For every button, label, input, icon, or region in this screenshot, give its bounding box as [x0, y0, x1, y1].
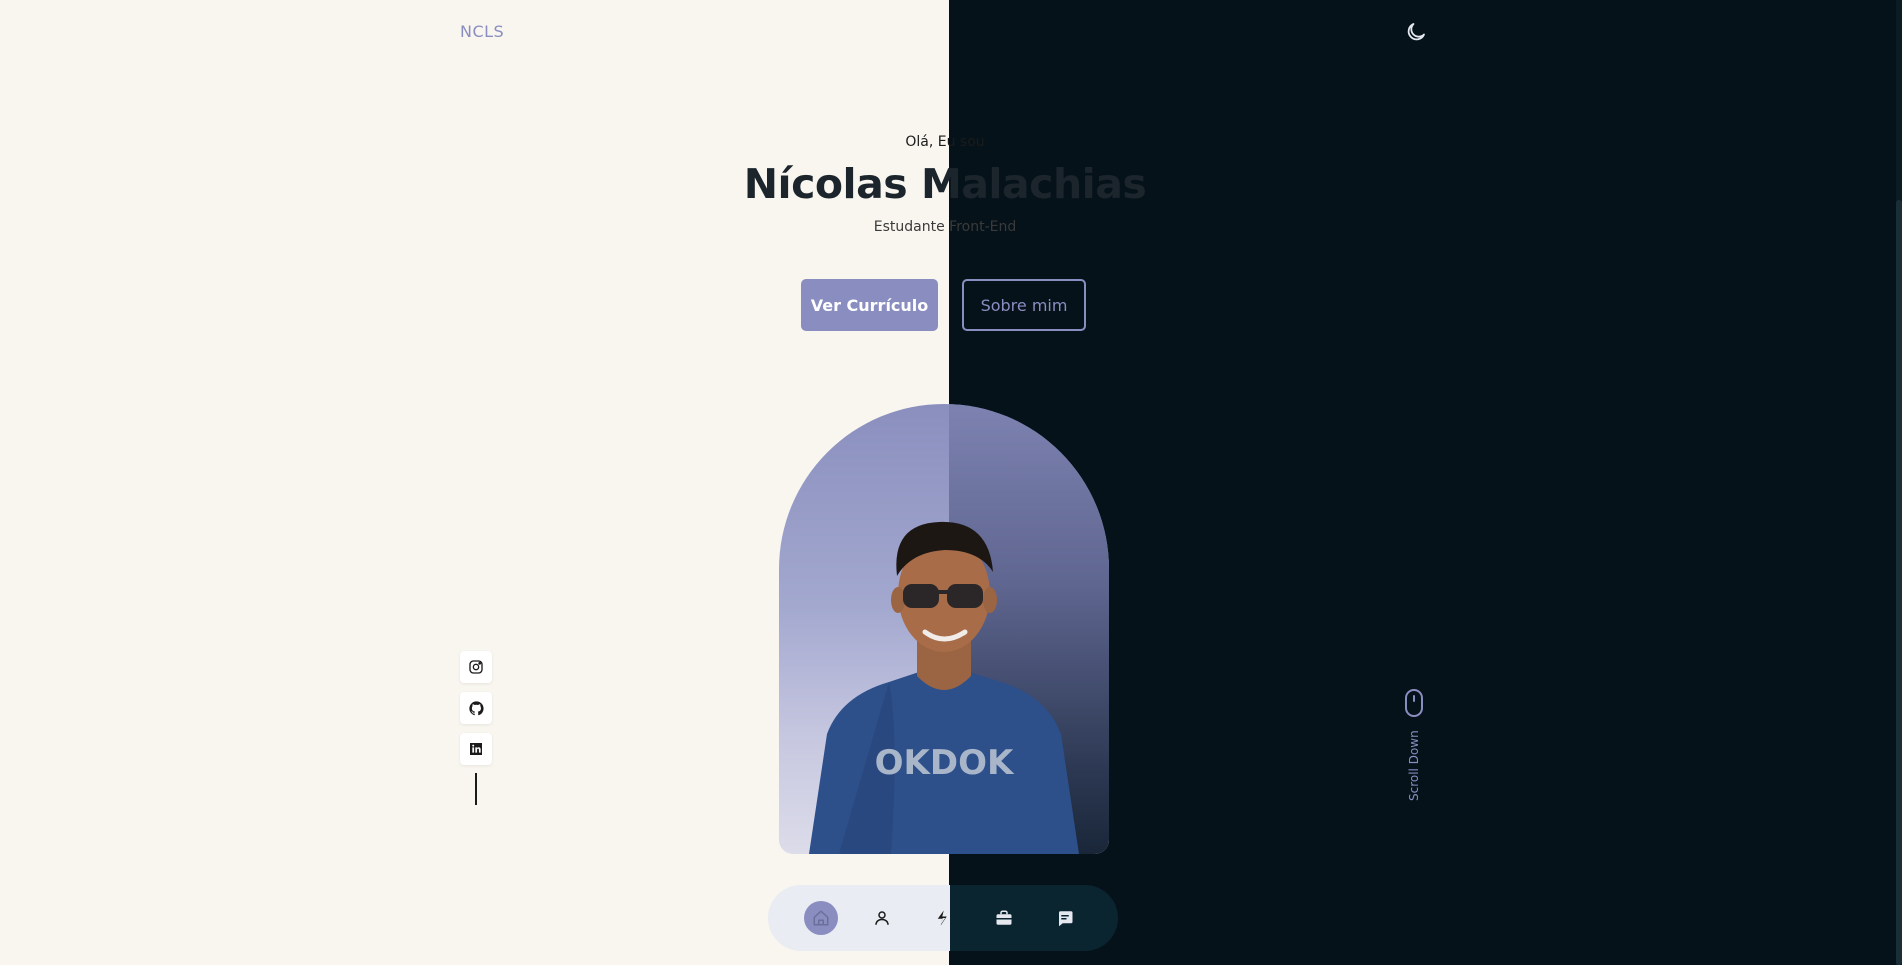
message-icon — [1059, 911, 1073, 927]
site-logo[interactable]: NCLS — [460, 22, 504, 41]
instagram-icon — [469, 660, 483, 674]
theme-toggle-button[interactable] — [1404, 20, 1428, 44]
user-icon — [875, 911, 889, 925]
hero-greeting: Olá, Eu sou — [905, 134, 985, 150]
github-icon — [468, 700, 484, 715]
moon-icon — [1407, 23, 1425, 41]
profile-photo: OKDOK — [779, 404, 1109, 854]
nav-projects[interactable] — [987, 901, 1021, 935]
social-links — [460, 651, 492, 774]
scrollbar-thumb[interactable] — [1896, 200, 1902, 965]
social-divider-line — [475, 773, 477, 805]
mouse-icon — [1405, 689, 1423, 717]
nav-home[interactable] — [803, 901, 838, 935]
person-illustration: OKDOK — [809, 521, 1079, 854]
scroll-down-button[interactable] — [1404, 688, 1424, 718]
nav-skills[interactable] — [926, 901, 960, 935]
home-icon — [813, 910, 829, 926]
instagram-link[interactable] — [460, 651, 492, 683]
github-link[interactable] — [460, 692, 492, 724]
linkedin-link[interactable] — [460, 733, 492, 765]
bottom-navigation — [768, 885, 1118, 951]
view-resume-button[interactable]: Ver Currículo — [801, 279, 938, 331]
about-me-button[interactable]: Sobre mim — [962, 279, 1086, 331]
hero-name: Nícolas Malachias — [743, 160, 1147, 208]
lightning-icon — [937, 910, 947, 926]
linkedin-icon — [470, 743, 482, 755]
nav-about[interactable] — [865, 901, 899, 935]
nav-contact[interactable] — [1048, 901, 1082, 935]
hero-role: Estudante Front-End — [873, 219, 1017, 235]
briefcase-icon — [996, 910, 1012, 925]
scroll-down-label[interactable]: Scroll Down — [1404, 728, 1424, 804]
svg-text:OKDOK: OKDOK — [875, 743, 1015, 783]
page-scrollbar[interactable] — [1896, 0, 1902, 965]
